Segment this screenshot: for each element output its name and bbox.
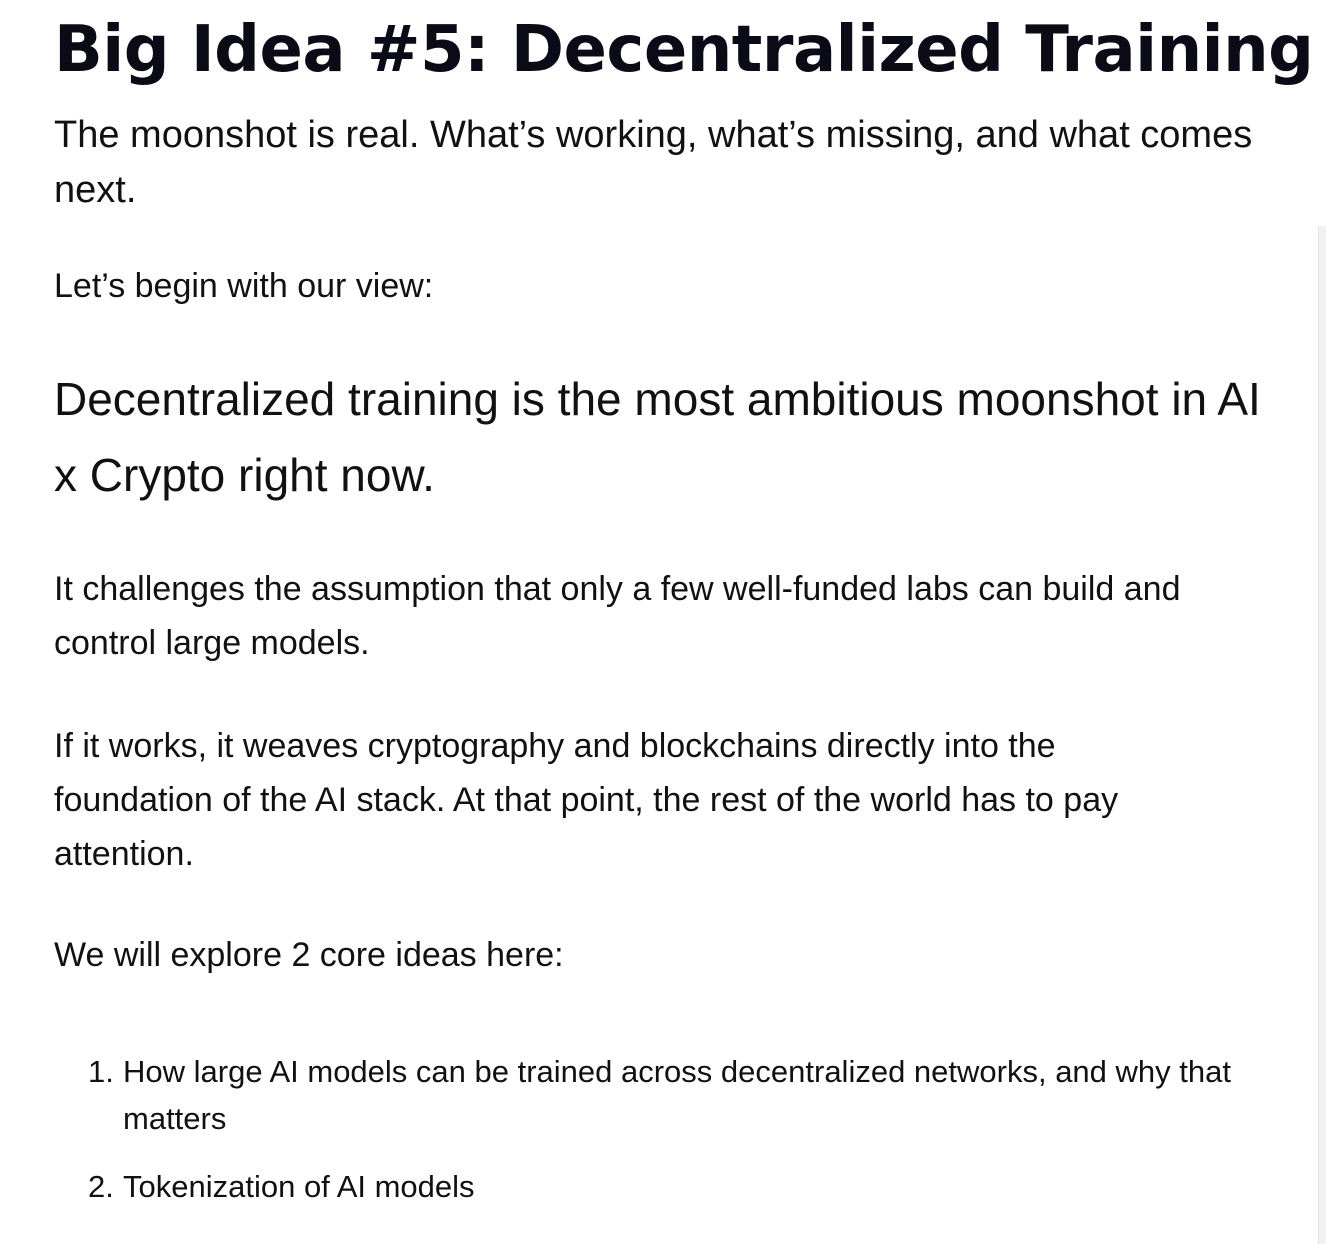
- list-item-number: 1.: [88, 1054, 114, 1089]
- list-item: 2. Tokenization of AI models: [88, 1163, 1248, 1210]
- intro-paragraph: Let’s begin with our view:: [54, 267, 434, 305]
- paragraph-3: We will explore 2 core ideas here:: [54, 936, 564, 974]
- list-item-text: Tokenization of AI models: [123, 1169, 475, 1204]
- paragraph-2: If it works, it weaves cryptography and …: [54, 727, 1119, 873]
- paragraph-1: It challenges the assumption that only a…: [54, 570, 1181, 662]
- lead-statement: Decentralized training is the most ambit…: [54, 373, 1261, 501]
- article-title: Big Idea #5: Decentralized Training: [54, 13, 1314, 87]
- list-item-number: 2.: [88, 1169, 114, 1204]
- core-ideas-list: 1. How large AI models can be trained ac…: [88, 1048, 1248, 1231]
- list-item-text: How large AI models can be trained acros…: [123, 1054, 1231, 1136]
- article-subtitle: The moonshot is real. What’s working, wh…: [54, 114, 1253, 211]
- scrollbar-track[interactable]: [1318, 226, 1326, 1244]
- list-item: 1. How large AI models can be trained ac…: [88, 1048, 1248, 1142]
